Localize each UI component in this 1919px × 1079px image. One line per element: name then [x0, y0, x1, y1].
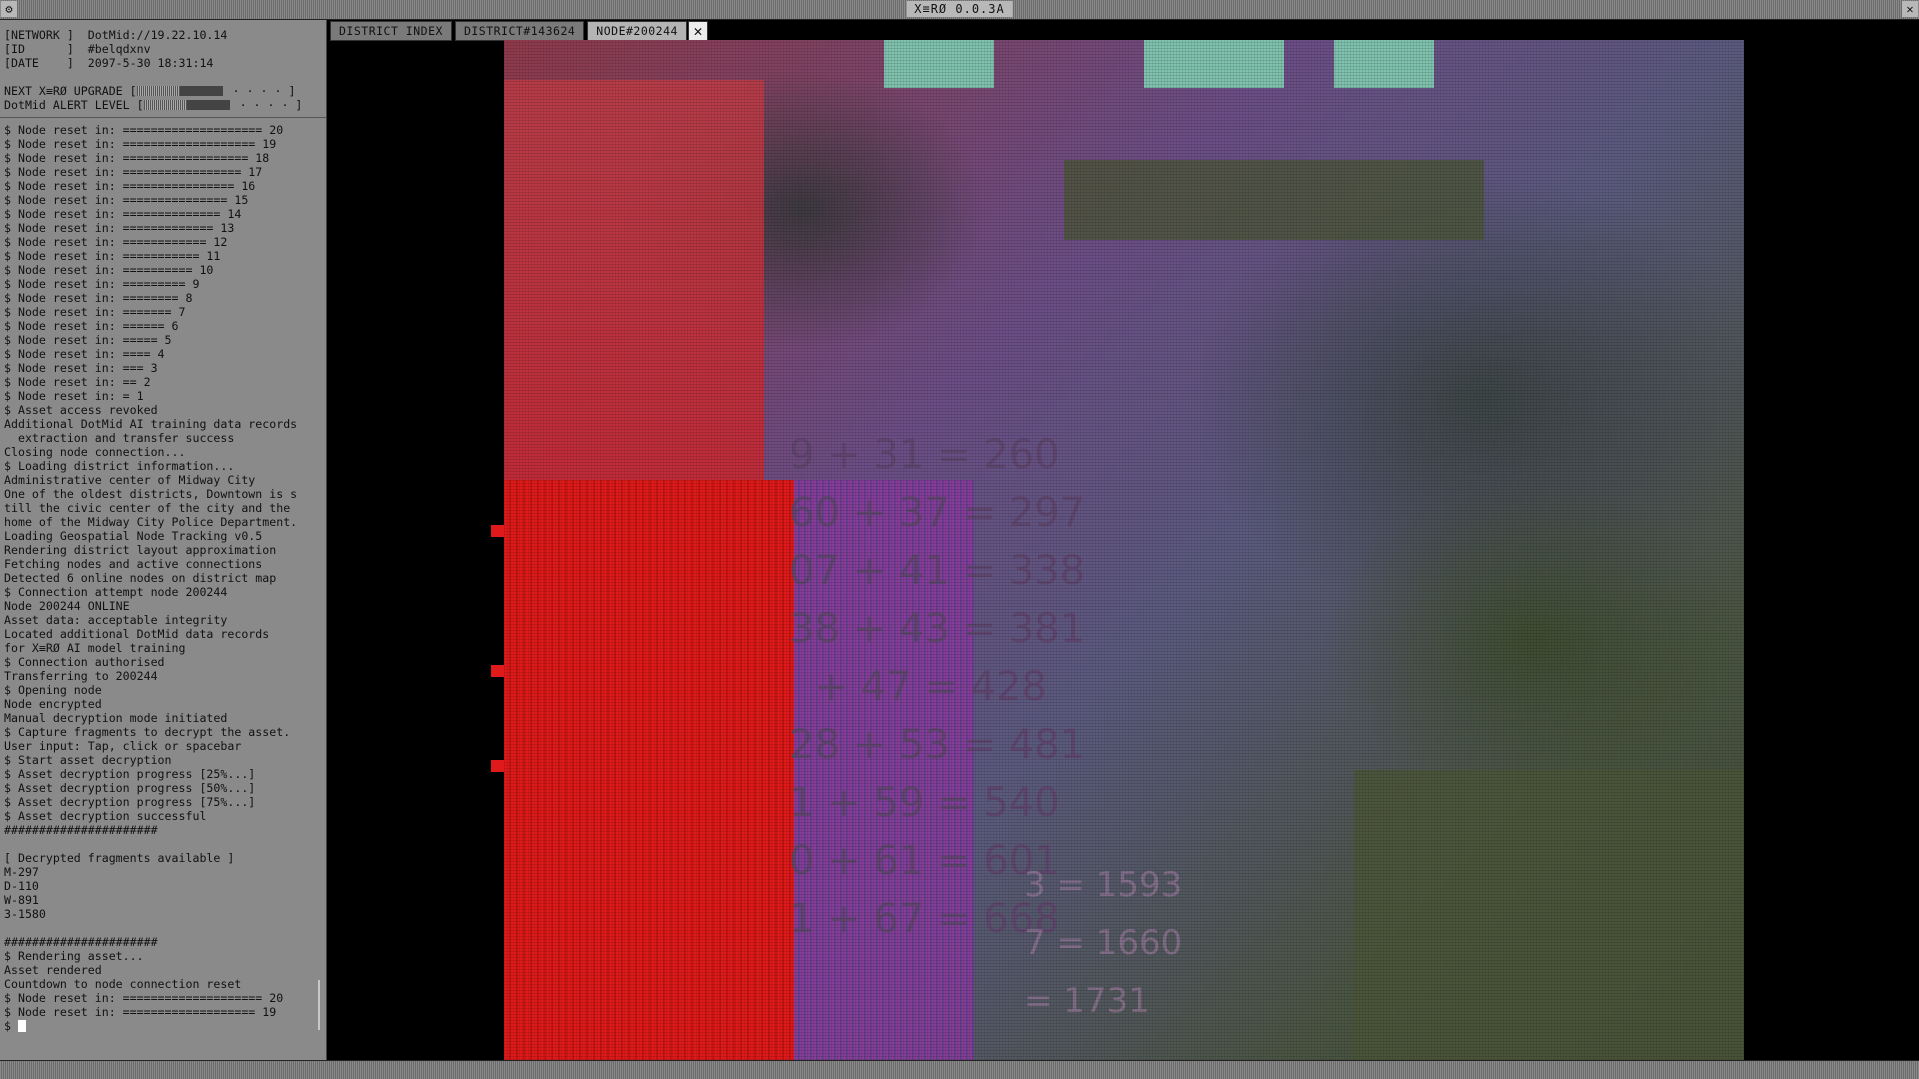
meter-label: DotMid ALERT LEVEL [ [4, 98, 144, 112]
meter-remaining: · · · · ] [239, 98, 303, 112]
terminal-log-line: $ Node reset in: ====== 6 [4, 319, 179, 333]
terminal-log-line: [ Decrypted fragments available ] [4, 851, 235, 865]
terminal-log-line: User input: Tap, click or spacebar [4, 739, 242, 753]
terminal-log-line: $ Connection authorised [4, 655, 165, 669]
terminal-log-line: Asset data: acceptable integrity [4, 613, 228, 627]
terminal-log-line: $ Node reset in: ================= 17 [4, 165, 263, 179]
terminal-log-line: $ Node reset in: ==== 4 [4, 347, 165, 361]
terminal-log-line: $ Asset decryption successful [4, 809, 207, 823]
terminal-log-line: $ Capture fragments to decrypt the asset… [4, 725, 291, 739]
terminal-log-line [4, 921, 322, 935]
terminal-prompt[interactable]: $ [4, 1019, 322, 1033]
terminal-log-line: $ Asset decryption progress [50%...] [4, 781, 256, 795]
terminal-log-line: $ Node reset in: = 1 [4, 389, 144, 403]
terminal-log-line: $ Node reset in: =================== 19 [4, 1005, 277, 1019]
terminal-log-line: $ Loading district information... [4, 459, 235, 473]
meter-remaining: · · · · ] [232, 84, 296, 98]
terminal-log-line: $ Node reset in: ============= 13 [4, 221, 235, 235]
terminal-log-line: $ Node reset in: === 3 [4, 361, 158, 375]
terminal-log-line: $ Asset decryption progress [25%...] [4, 767, 256, 781]
terminal-log-line: extraction and transfer success [4, 431, 235, 445]
terminal-log-line: $ Node reset in: ======= 7 [4, 305, 186, 319]
terminal-log-line: ###################### [4, 823, 158, 837]
tab-district-143624[interactable]: DISTRICT#143624 [454, 21, 585, 41]
terminal-log-line: Manual decryption mode initiated [4, 711, 228, 725]
terminal-log-line: M-297 [4, 865, 39, 879]
terminal-log-line: $ Node reset in: =============== 15 [4, 193, 249, 207]
terminal-header-line: [NETWORK ] DotMid://19.22.10.14 [4, 28, 228, 42]
terminal-divider [0, 117, 326, 118]
terminal-log-line: $ Node reset in: ================== 18 [4, 151, 270, 165]
terminal-header-line: [ID ] #belqdxnv [4, 42, 151, 56]
terminal-header-line: [DATE ] 2097-5-30 18:31:14 [4, 56, 214, 70]
terminal-log-line: Additional DotMid AI training data recor… [4, 417, 298, 431]
terminal-log-line: $ Asset decryption progress [75%...] [4, 795, 256, 809]
tab-bar: DISTRICT INDEX DISTRICT#143624 NODE#200244… [330, 21, 708, 41]
tab-district-index[interactable]: DISTRICT INDEX [330, 21, 452, 41]
terminal-log-line: Detected 6 online nodes on district map [4, 571, 277, 585]
meter-bar [143, 100, 230, 110]
terminal-header: [NETWORK ] DotMid://19.22.10.14 [ID ] #be… [4, 28, 322, 70]
terminal-log-line: Loading Geospatial Node Tracking v0.5 [4, 529, 263, 543]
terminal-log-line: $ Connection attempt node 200244 [4, 585, 228, 599]
terminal-meter: DotMid ALERT LEVEL [ · · · · ] [4, 98, 322, 112]
terminal-log-line: Fetching nodes and active connections [4, 557, 263, 571]
terminal-log-line: $ Node reset in: ===== 5 [4, 333, 172, 347]
terminal-log-line: $ Node reset in: ============== 14 [4, 207, 242, 221]
terminal-log-line: ###################### [4, 935, 158, 949]
terminal-log-line: $ Node reset in: ======== 8 [4, 291, 193, 305]
terminal-panel: [NETWORK ] DotMid://19.22.10.14 [ID ] #be… [0, 20, 327, 1060]
window-title: X≡RØ 0.0.3A [906, 1, 1013, 17]
terminal-log-line: 3-1580 [4, 907, 46, 921]
terminal-log-line: Node encrypted [4, 697, 102, 711]
terminal-log-line: $ Rendering asset... [4, 949, 144, 963]
terminal-log-line: $ Node reset in: ========== 10 [4, 263, 214, 277]
terminal-log-line: till the civic center of the city and th… [4, 501, 291, 515]
title-bar: ⚙ X≡RØ 0.0.3A ✕ [0, 0, 1919, 20]
terminal-log-line: Located additional DotMid data records [4, 627, 270, 641]
text-cursor [17, 1020, 26, 1032]
terminal-log-line: $ Node reset in: ==================== 20 [4, 123, 284, 137]
terminal-log-line: $ Node reset in: ============ 12 [4, 235, 228, 249]
terminal-log-line: $ Node reset in: ========= 9 [4, 277, 200, 291]
terminal-log-line: $ Opening node [4, 683, 102, 697]
terminal-log-line: Countdown to node connection reset [4, 977, 242, 991]
terminal-log-line: $ Node reset in: == 2 [4, 375, 151, 389]
window-close-icon[interactable]: ✕ [1902, 1, 1918, 17]
terminal-log-line: for X≡RØ AI model training [4, 641, 186, 655]
terminal-scrollbar[interactable] [318, 980, 320, 1030]
meter-bar [136, 86, 223, 96]
terminal-log-line: $ Node reset in: ================ 16 [4, 179, 256, 193]
terminal-log-line: Transferring to 200244 [4, 669, 158, 683]
menu-gear-icon[interactable]: ⚙ [1, 1, 17, 17]
tab-node-200244[interactable]: NODE#200244 [587, 21, 687, 41]
terminal-log-line: Closing node connection... [4, 445, 186, 459]
terminal-log-line: D-110 [4, 879, 39, 893]
terminal-log-line: W-891 [4, 893, 39, 907]
terminal-meters: NEXT X≡RØ UPGRADE [ · · · · ] DotMid ALER… [4, 84, 322, 112]
decrypted-asset-image: 9 + 31 = 26060 + 37 = 29707 + 41 = 33838… [504, 40, 1744, 1060]
terminal-log-line: One of the oldest districts, Downtown is… [4, 487, 298, 501]
terminal-log-line: $ Start asset decryption [4, 753, 172, 767]
terminal-log-line: Rendering district layout approximation [4, 543, 277, 557]
terminal-log-line: home of the Midway City Police Departmen… [4, 515, 298, 529]
meter-label: NEXT X≡RØ UPGRADE [ [4, 84, 137, 98]
terminal-log-line: $ Node reset in: =================== 19 [4, 137, 277, 151]
terminal-meter: NEXT X≡RØ UPGRADE [ · · · · ] [4, 84, 322, 98]
terminal-log-line: $ Node reset in: =========== 11 [4, 249, 221, 263]
terminal-log-line: $ Node reset in: ==================== 20 [4, 991, 284, 1005]
terminal-log-line: Administrative center of Midway City [4, 473, 256, 487]
terminal-log-line: Node 200244 ONLINE [4, 599, 130, 613]
tab-close-icon[interactable]: ✕ [687, 21, 708, 41]
terminal-log: $ Node reset in: ==================== 20… [4, 123, 322, 1019]
terminal-log-line: $ Asset access revoked [4, 403, 158, 417]
status-bar [0, 1060, 1919, 1079]
terminal-log-line: Asset rendered [4, 963, 102, 977]
terminal-log-line [4, 837, 322, 851]
